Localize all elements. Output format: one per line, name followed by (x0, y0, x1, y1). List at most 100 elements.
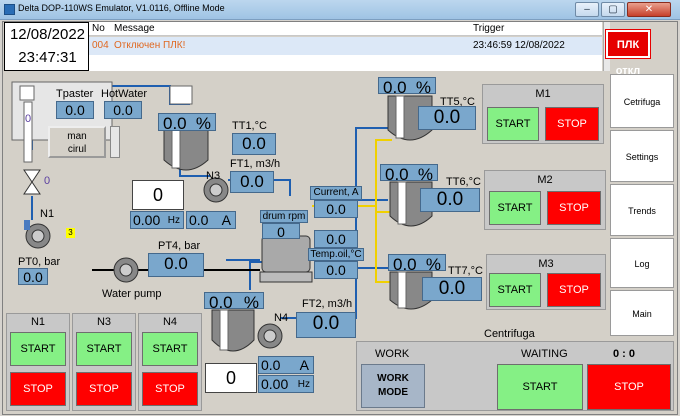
tt1-value[interactable]: 0.0 (232, 133, 276, 155)
n4-start-button[interactable]: START (142, 332, 198, 366)
tt7-label: TT7,°C (448, 265, 483, 277)
tank5-level[interactable]: 0.0 % (378, 77, 436, 97)
mid-tank-level-unit: % (195, 114, 211, 133)
m2-start-button[interactable]: START (489, 191, 541, 225)
pump-panel-n4: N4 START STOP (138, 313, 202, 411)
motor-panel-m2: M2 START STOP (484, 170, 606, 230)
n3-amp-unit: A (221, 212, 231, 228)
tank6-level-unit: % (417, 165, 433, 184)
ft1-label: FT1, m3/h (230, 158, 281, 170)
ft2-label: FT2, m3/h (302, 298, 353, 310)
tt6-label: TT6,°C (446, 176, 481, 188)
n4-hz-value: 0.00 (261, 376, 289, 392)
motor-panel-m1: M1 START STOP (482, 84, 604, 144)
n4-amp-value: 0.0 (261, 357, 281, 373)
temp-oil-value[interactable]: 0.0 (314, 261, 358, 279)
centrifuga-status: WAITING (521, 348, 568, 360)
tank6-level-value: 0.0 (385, 165, 409, 184)
pump-n3-label: N3 (96, 316, 112, 328)
centrifuge-aux-value[interactable]: 0.0 (314, 230, 358, 248)
tt1-label: TT1,°C (232, 120, 267, 132)
tank7-level-unit: % (425, 255, 441, 274)
n3-amp[interactable]: 0.0 A (186, 211, 236, 229)
pt0-label: PT0, bar (18, 256, 61, 268)
tank5-level-value: 0.0 (383, 78, 407, 97)
pump-n1-label: N1 (30, 316, 46, 328)
m1-stop-button[interactable]: STOP (545, 107, 599, 141)
m3-stop-button[interactable]: STOP (547, 273, 601, 307)
n3-hz[interactable]: 0.00 Hz (130, 211, 184, 229)
pt0-value[interactable]: 0.0 (18, 268, 48, 285)
centrifuga-stop-button[interactable]: STOP (587, 364, 671, 410)
work-label: WORK (375, 348, 410, 360)
n4-hz[interactable]: 0.00 Hz (258, 375, 314, 393)
tt6-value[interactable]: 0.0 (420, 188, 480, 212)
n3-setpoint-input[interactable]: 0 (132, 180, 184, 210)
motor-m2-label: M2 (537, 174, 553, 186)
drum-rpm-value[interactable]: 0 (262, 223, 300, 240)
tank5-level-unit: % (415, 78, 431, 97)
man-cirul-indicator (110, 126, 120, 158)
work-mode-button[interactable]: WORK MODE (361, 364, 425, 408)
centrifuga-title: Centrifuga (484, 328, 535, 340)
tank7-level[interactable]: 0.0 % (388, 254, 446, 274)
n3-hz-value: 0.00 (133, 212, 161, 228)
m1-start-button[interactable]: START (487, 107, 539, 141)
m2-stop-button[interactable]: STOP (547, 191, 601, 225)
n1-stop-button[interactable]: STOP (10, 372, 66, 406)
centrifuga-start-button[interactable]: START (497, 364, 583, 410)
n1-label: N1 (40, 208, 55, 220)
nav-main[interactable]: Main (610, 290, 674, 336)
n4-setpoint-input[interactable]: 0 (205, 363, 257, 393)
n1-start-button[interactable]: START (10, 332, 66, 366)
bottom-tank-level-unit: % (243, 293, 259, 312)
tt5-value[interactable]: 0.0 (418, 106, 476, 130)
tt7-value[interactable]: 0.0 (422, 277, 482, 301)
current-value[interactable]: 0.0 (314, 200, 358, 218)
tank6-level[interactable]: 0.0 % (380, 164, 438, 184)
nav-trends[interactable]: Trends (610, 184, 674, 236)
hotwater-label: HotWater (101, 88, 148, 100)
man-cirul-button[interactable]: man cirul (48, 126, 106, 158)
n4-stop-button[interactable]: STOP (142, 372, 198, 406)
nav-settings[interactable]: Settings (610, 130, 674, 182)
water-pump-label: Water pump (102, 288, 162, 300)
n4-hz-unit: Hz (297, 379, 310, 390)
n4-amp[interactable]: 0.0 A (258, 356, 314, 374)
pump-panel-n3: N3 START STOP (72, 313, 136, 411)
centrifuga-counter: 0 : 0 (613, 348, 636, 360)
bottom-tank-level-value: 0.0 (209, 293, 233, 312)
left-tank-level-label: 0 (25, 113, 32, 125)
n3-start-button[interactable]: START (76, 332, 132, 366)
bottom-tank-level[interactable]: 0.0 % (204, 292, 264, 312)
temp-oil-label: Temp.oil,°C (308, 248, 364, 261)
n3-stop-button[interactable]: STOP (76, 372, 132, 406)
tpaster-label: Tpaster (56, 88, 94, 100)
n4-label: N4 (274, 312, 289, 324)
m3-start-button[interactable]: START (489, 273, 541, 307)
valve-value: 0 (44, 175, 51, 187)
hotwater-value[interactable]: 0.0 (104, 101, 142, 119)
tank7-level-value: 0.0 (393, 255, 417, 274)
nav-cetrifuga[interactable]: Cetrifuga (610, 74, 674, 128)
drum-rpm-label: drum rpm (260, 210, 308, 223)
ft1-value[interactable]: 0.0 (230, 171, 274, 193)
pump-n4-label: N4 (162, 316, 178, 328)
n3-amp-value: 0.0 (189, 212, 209, 228)
pump-panel-n1: N1 START STOP (6, 313, 70, 411)
mid-tank-level[interactable]: 0.0 % (158, 113, 216, 133)
n4-amp-unit: A (299, 357, 309, 373)
pt4-label: PT4, bar (158, 240, 201, 252)
tpaster-value[interactable]: 0.0 (56, 101, 94, 119)
motor-m1-label: M1 (535, 88, 551, 100)
mid-tank-level-value: 0.0 (163, 114, 187, 133)
n3-label: N3 (206, 170, 221, 182)
nav-log[interactable]: Log (610, 238, 674, 288)
current-label: Current, A (310, 186, 362, 200)
centrifuga-panel: WORK WORK MODE WAITING 0 : 0 START STOP (356, 341, 674, 411)
motor-panel-m3: M3 START STOP (486, 254, 606, 310)
motor-m3-label: M3 (538, 258, 554, 270)
pt4-value[interactable]: 0.0 (148, 253, 204, 277)
n3-hz-unit: Hz (167, 215, 180, 226)
ft2-value[interactable]: 0.0 (296, 312, 356, 338)
